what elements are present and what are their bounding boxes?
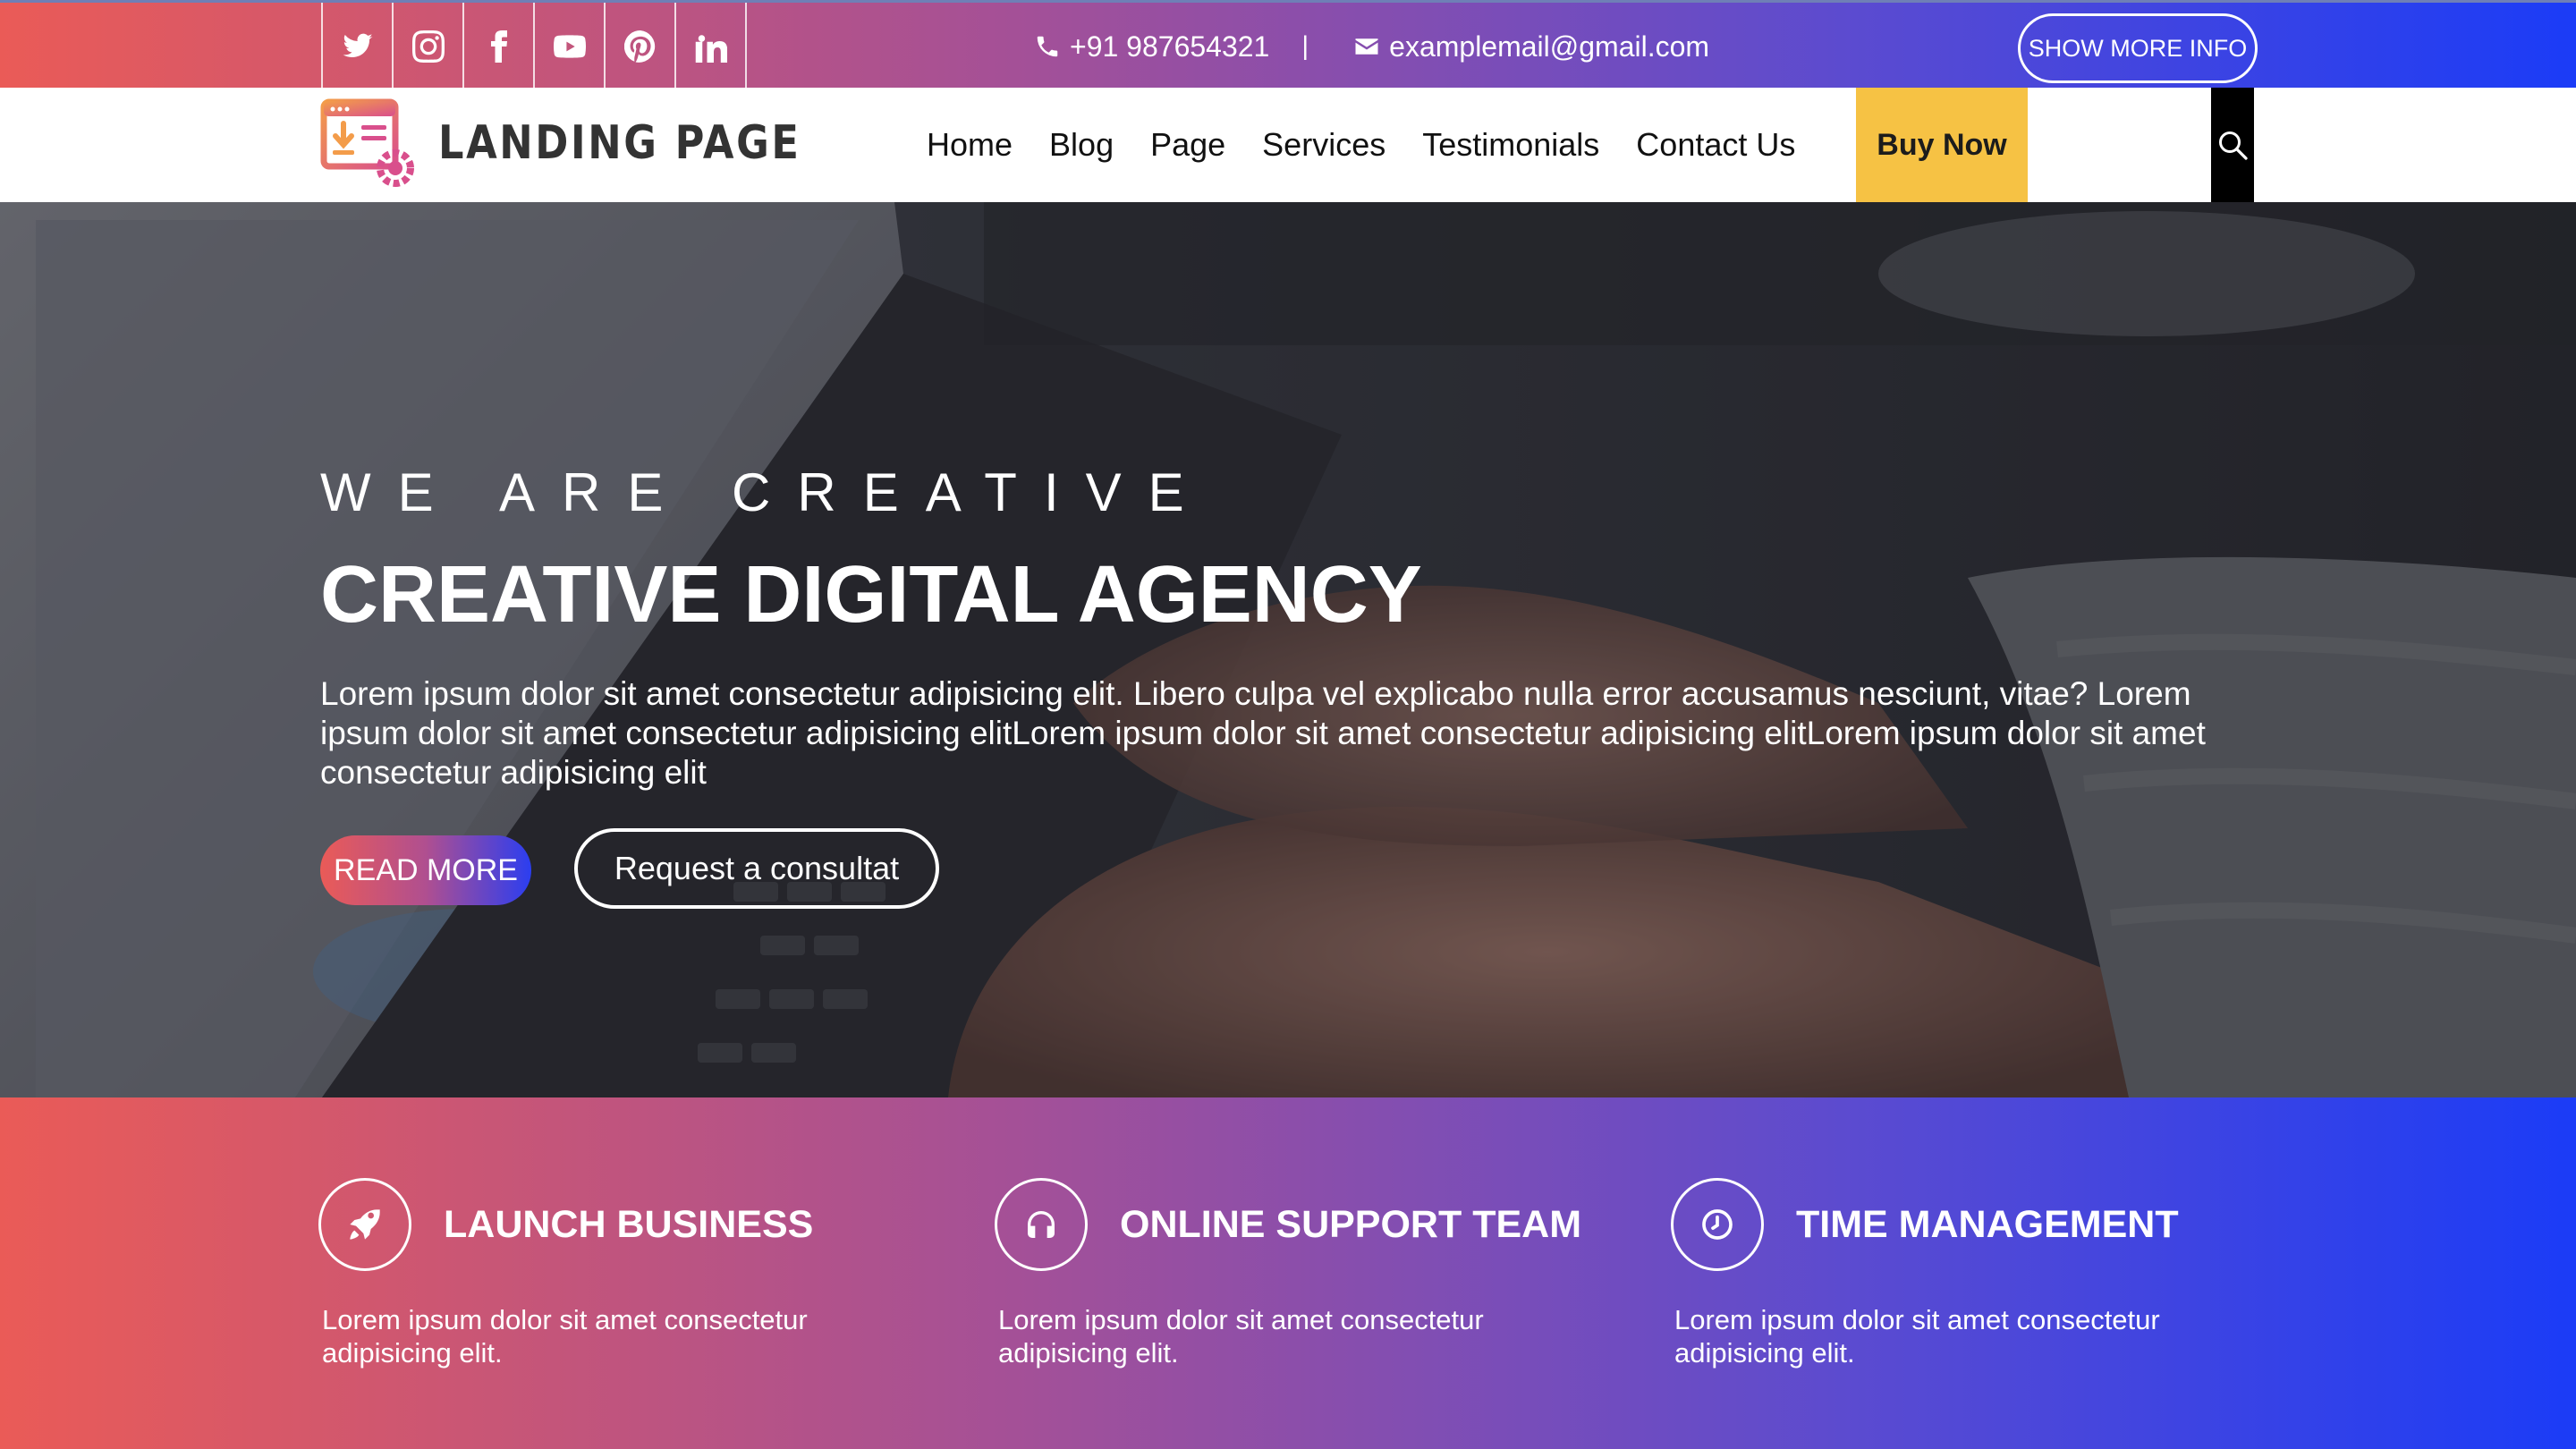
feature-time-management: TIME MANAGEMENT Lorem ipsum dolor sit am… (1671, 1178, 2297, 1369)
clock-icon (1671, 1178, 1764, 1271)
search-icon (2219, 131, 2248, 160)
feature-online-support: ONLINE SUPPORT TEAM Lorem ipsum dolor si… (995, 1178, 1621, 1369)
envelope-icon (1353, 33, 1380, 60)
show-more-info-button[interactable]: SHOW MORE INFO (2018, 13, 2258, 83)
nav-item-page[interactable]: Page (1150, 126, 1225, 164)
youtube-link[interactable] (535, 3, 606, 90)
pinterest-link[interactable] (606, 3, 676, 90)
headphones-icon (995, 1178, 1088, 1271)
feature-title: TIME MANAGEMENT (1796, 1202, 2179, 1246)
instagram-icon (411, 30, 445, 63)
hero-title: CREATIVE DIGITAL AGENCY (320, 550, 1422, 640)
buy-now-button[interactable]: Buy Now (1856, 88, 2028, 202)
email-address[interactable]: examplemail@gmail.com (1389, 30, 1709, 64)
feature-text: Lorem ipsum dolor sit amet consectetur a… (322, 1304, 808, 1368)
hero-section: WE ARE CREATIVE CREATIVE DIGITAL AGENCY … (0, 202, 2576, 1097)
features-section: LAUNCH BUSINESS Lorem ipsum dolor sit am… (0, 1097, 2576, 1449)
phone-icon (1034, 33, 1061, 60)
request-consultation-button[interactable]: Request a consultat (574, 828, 939, 909)
linkedin-icon (695, 35, 727, 63)
hero-description: Lorem ipsum dolor sit amet consectetur a… (320, 675, 2206, 791)
facebook-icon (490, 30, 507, 63)
nav-item-services[interactable]: Services (1262, 126, 1385, 164)
contact-separator: | (1301, 31, 1309, 61)
hero-overlay (0, 202, 2576, 1097)
nav-item-testimonials[interactable]: Testimonials (1422, 126, 1599, 164)
feature-title: ONLINE SUPPORT TEAM (1120, 1202, 1582, 1246)
facebook-link[interactable] (464, 3, 535, 90)
logo-icon (320, 98, 414, 187)
feature-text: Lorem ipsum dolor sit amet consectetur a… (1674, 1304, 2160, 1368)
youtube-icon (553, 35, 586, 58)
feature-text: Lorem ipsum dolor sit amet consectetur a… (998, 1304, 1484, 1368)
hero-eyebrow: WE ARE CREATIVE (320, 462, 1211, 522)
nav-item-home[interactable]: Home (927, 126, 1013, 164)
nav-item-contact-us[interactable]: Contact Us (1636, 126, 1795, 164)
rocket-icon (318, 1178, 411, 1271)
feature-title: LAUNCH BUSINESS (444, 1202, 814, 1246)
contact-info: +91 987654321 | examplemail@gmail.com (1034, 3, 1709, 90)
nav-item-blog[interactable]: Blog (1049, 126, 1114, 164)
phone-number[interactable]: +91 987654321 (1070, 30, 1269, 64)
search-button[interactable] (2211, 88, 2254, 202)
main-navbar: LANDING PAGE Home Blog Page Services Tes… (0, 88, 2576, 202)
top-bar: +91 987654321 | examplemail@gmail.com SH… (0, 0, 2576, 90)
twitter-link[interactable] (323, 3, 394, 90)
linkedin-link[interactable] (676, 3, 747, 90)
social-links (321, 3, 747, 90)
instagram-link[interactable] (394, 3, 464, 90)
twitter-icon (343, 33, 372, 58)
feature-launch-business: LAUNCH BUSINESS Lorem ipsum dolor sit am… (318, 1178, 945, 1369)
logo-text: LANDING PAGE (438, 116, 801, 170)
nav-menu: Home Blog Page Services Testimonials Con… (927, 88, 1832, 202)
pinterest-icon (623, 30, 655, 63)
site-logo[interactable]: LANDING PAGE (320, 97, 860, 190)
read-more-button[interactable]: READ MORE (320, 835, 531, 905)
